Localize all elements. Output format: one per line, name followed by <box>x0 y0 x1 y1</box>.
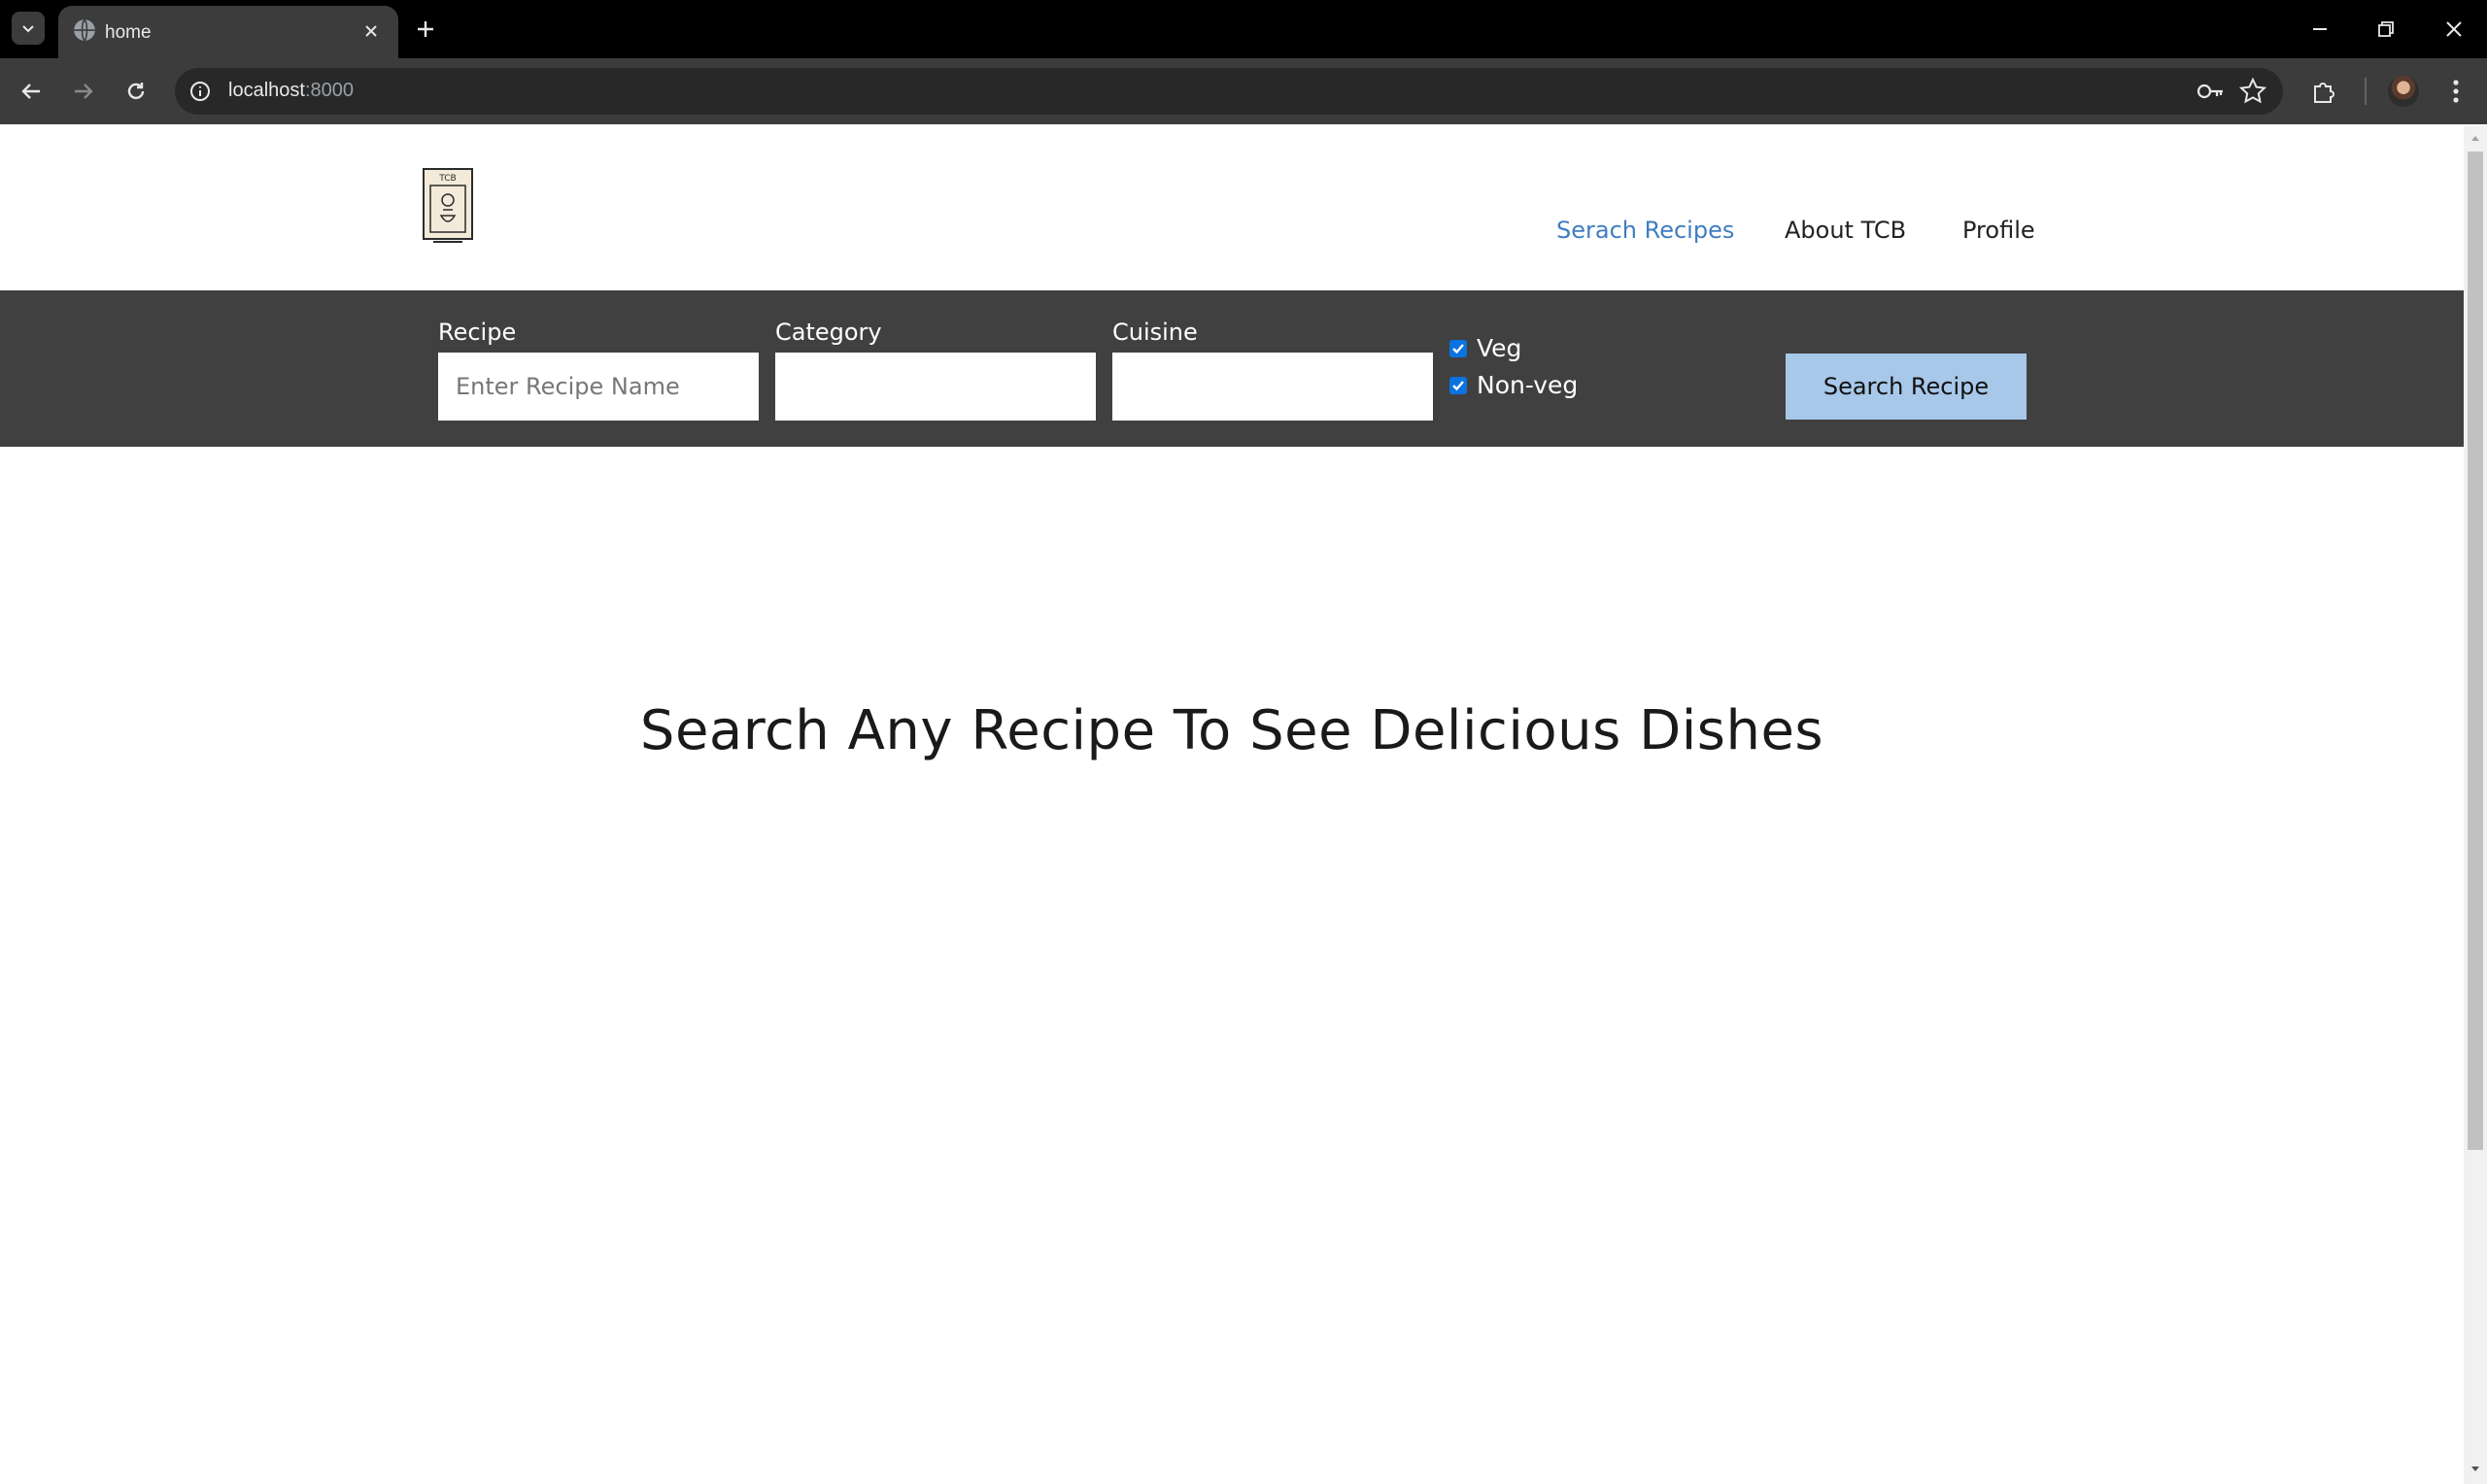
kebab-menu-icon <box>2453 80 2459 103</box>
new-tab-button[interactable] <box>408 12 443 47</box>
veg-checkbox[interactable] <box>1449 339 1467 357</box>
category-label: Category <box>775 319 882 346</box>
arrow-left-icon <box>21 84 40 99</box>
nav-about-tcb[interactable]: About TCB <box>1785 217 1906 244</box>
veg-label: Veg <box>1477 334 1522 362</box>
close-window-button[interactable] <box>2421 0 2487 58</box>
tab-search-button[interactable] <box>12 12 45 45</box>
nav-profile[interactable]: Profile <box>1962 217 2035 244</box>
menu-button[interactable] <box>2436 72 2475 111</box>
nonveg-label: Non-veg <box>1477 371 1579 399</box>
search-recipe-button[interactable]: Search Recipe <box>1786 354 2027 420</box>
puzzle-icon <box>2314 83 2334 103</box>
restore-icon <box>2378 21 2394 37</box>
extensions-button[interactable] <box>2304 72 2343 111</box>
page: TCB Serach Recipes About TCB Profile Rec… <box>0 126 2464 1484</box>
cuisine-label: Cuisine <box>1112 319 1198 346</box>
check-icon <box>1452 380 1464 390</box>
chevron-down-icon <box>22 25 34 33</box>
tab-close-button[interactable] <box>356 16 387 47</box>
tab-title: home <box>105 22 152 43</box>
cuisine-input[interactable] <box>1112 353 1433 421</box>
reload-button[interactable] <box>117 72 155 111</box>
close-icon <box>2446 21 2462 37</box>
minimize-button[interactable] <box>2287 0 2353 58</box>
star-icon[interactable] <box>2238 77 2267 106</box>
arrow-right-icon <box>75 84 93 99</box>
nonveg-checkbox[interactable] <box>1449 376 1467 394</box>
scroll-down-arrow-icon[interactable] <box>2469 1463 2482 1476</box>
check-icon <box>1452 343 1464 354</box>
info-icon[interactable] <box>187 78 214 105</box>
plus-icon <box>418 21 433 37</box>
veg-option: Veg <box>1449 334 1521 362</box>
url-host: localhost <box>228 80 305 101</box>
nav-search-recipes[interactable]: Serach Recipes <box>1556 217 1734 244</box>
restore-button[interactable] <box>2353 0 2419 58</box>
scrollbar-thumb[interactable] <box>2468 152 2483 1150</box>
logo-icon[interactable]: TCB <box>422 167 474 245</box>
reload-icon <box>127 83 145 100</box>
browser-tab[interactable]: home <box>58 6 398 58</box>
scroll-up-arrow-icon[interactable] <box>2469 131 2482 145</box>
url-text: localhost:8000 <box>228 80 354 102</box>
key-icon[interactable] <box>2196 78 2225 105</box>
browser-tab-strip: home <box>0 0 2487 58</box>
close-icon <box>365 25 377 37</box>
recipe-label: Recipe <box>438 319 517 346</box>
back-button[interactable] <box>12 72 51 111</box>
profile-avatar[interactable] <box>2388 76 2419 107</box>
browser-toolbar: localhost:8000 <box>0 58 2487 124</box>
address-bar[interactable]: localhost:8000 <box>175 68 2283 115</box>
forward-button[interactable] <box>64 72 103 111</box>
minimize-icon <box>2313 28 2327 30</box>
toolbar-divider <box>2365 78 2367 105</box>
search-bar: Recipe Category Cuisine Veg Non-veg Sear… <box>0 290 2464 447</box>
category-input[interactable] <box>775 353 1096 421</box>
url-port: :8000 <box>304 80 354 101</box>
hero-message: Search Any Recipe To See Delicious Dishe… <box>639 699 1824 762</box>
globe-icon <box>74 18 95 42</box>
nonveg-option: Non-veg <box>1449 371 1578 399</box>
logo-text: TCB <box>438 174 456 184</box>
recipe-input[interactable] <box>438 353 759 421</box>
